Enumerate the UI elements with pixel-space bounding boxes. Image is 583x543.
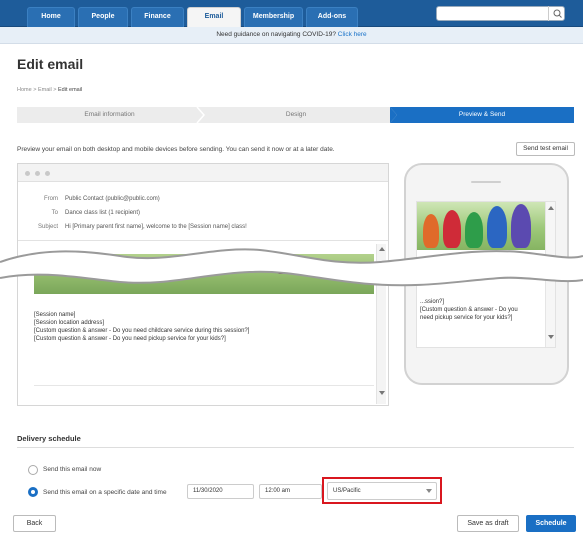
window-dot-icon [45,171,50,176]
nav-tab-home[interactable]: Home [27,7,75,27]
merge-field-childcare-question: [Custom question & answer - Do you need … [34,328,250,334]
back-button[interactable]: Back [13,515,56,532]
subject-value: Hi [Primary parent first name], welcome … [65,224,247,230]
step-chevron-icon [383,107,397,123]
phone-speaker [471,181,501,183]
torn-edge-divider [0,248,583,287]
window-dot-icon [35,171,40,176]
step-email-information[interactable]: Email information [17,107,202,123]
breadcrumb-home[interactable]: Home [17,87,32,93]
nav-tab-email[interactable]: Email [187,7,241,27]
scroll-up-icon[interactable] [547,205,555,211]
mobile-merge-line: [Custom question & answer - Do you [420,307,518,313]
schedule-time-input[interactable]: 12:00 am [259,484,322,499]
mobile-merge-line: ...ssion?] [420,299,445,305]
banner-link[interactable]: Click here [338,31,367,38]
step-chevron-icon [196,107,205,123]
nav-tab-membership[interactable]: Membership [244,7,303,27]
to-value: Dance class list (1 recipient) [65,210,141,216]
send-now-label[interactable]: Send this email now [43,466,101,473]
schedule-date-input[interactable]: 11/30/2020 [187,484,254,499]
window-titlebar [18,164,388,182]
step-progress: Email information Design Preview & Send [17,107,574,123]
divider [17,447,574,448]
window-dot-icon [25,171,30,176]
search-button[interactable] [548,6,565,21]
from-value: Public Contact (public@public.com) [65,196,160,202]
search-icon [553,9,562,18]
step-design[interactable]: Design [202,107,390,123]
schedule-button[interactable]: Schedule [526,515,576,532]
nav-tab-add-ons[interactable]: Add-ons [306,7,358,27]
preview-intro-text: Preview your email on both desktop and m… [17,146,335,153]
send-test-email-button[interactable]: Send test email [516,142,575,156]
breadcrumb: Home > Email > Edit email [17,87,82,93]
send-scheduled-label[interactable]: Send this email on a specific date and t… [43,489,167,496]
scroll-down-icon[interactable] [547,334,555,340]
breadcrumb-email[interactable]: Email [38,87,52,93]
nav-tab-finance[interactable]: Finance [131,7,184,27]
covid-banner: Need guidance on navigating COVID-19? Cl… [0,27,583,44]
page-title: Edit email [17,56,84,72]
divider [34,385,374,386]
scroll-down-icon[interactable] [378,390,386,396]
merge-field-session-location: [Session location address] [34,320,105,326]
delivery-schedule-heading: Delivery schedule [17,434,81,443]
step-preview-send[interactable]: Preview & Send [390,107,574,123]
from-label: From [44,196,58,202]
send-scheduled-radio[interactable] [28,487,38,497]
nav-tab-people[interactable]: People [78,7,128,27]
search-input[interactable] [436,6,565,21]
merge-field-pickup-question: [Custom question & answer - Do you need … [34,336,226,342]
send-now-radio[interactable] [28,465,38,475]
timezone-highlight-box [322,477,442,504]
breadcrumb-current: Edit email [58,87,83,93]
mobile-merge-line: need pickup service for your kids?] [420,315,513,321]
subject-label: Subject [37,224,58,230]
banner-text: Need guidance on navigating COVID-19? [216,31,338,38]
save-as-draft-button[interactable]: Save as draft [457,515,519,532]
merge-field-session-name: [Session name] [34,312,76,318]
to-label: To [51,210,58,216]
